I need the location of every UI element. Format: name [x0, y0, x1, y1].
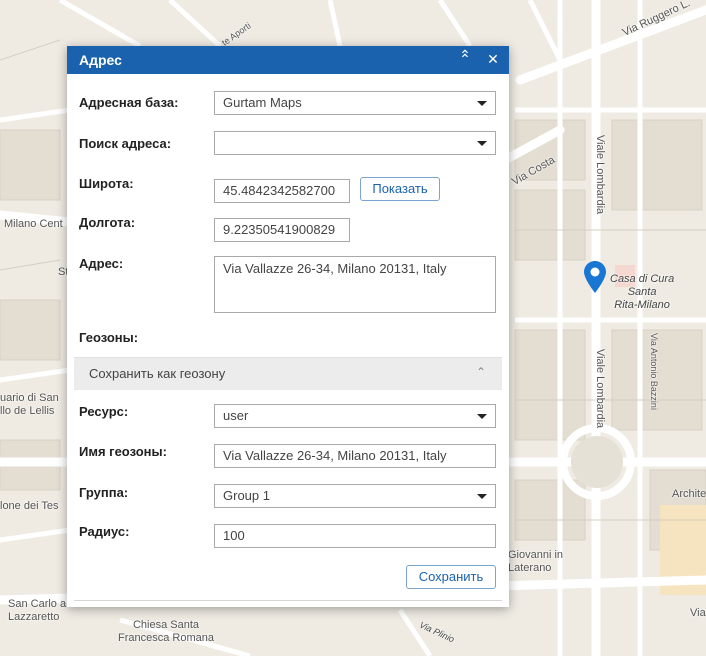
geozone-name-label: Имя геозоны:	[79, 444, 167, 459]
longitude-value: 9.22350541900829	[223, 222, 336, 237]
address-dialog: Адрес ⌃ ⌃ ✕ Адресная база: Gurtam Maps По…	[67, 46, 509, 607]
map-label-milano-centrale: Milano Cent	[4, 218, 63, 230]
radius-label: Радиус:	[79, 524, 130, 539]
dialog-bottom-divider	[74, 600, 502, 601]
geozone-name-value: Via Vallazze 26-34, Milano 20131, Italy	[223, 448, 447, 463]
save-button[interactable]: Сохранить	[406, 565, 496, 589]
map-label-via-right: Via	[690, 607, 706, 619]
chevron-down-icon	[477, 494, 487, 499]
close-icon[interactable]: ✕	[484, 50, 502, 68]
double-chevron-up-icon[interactable]: ⌃ ⌃	[456, 47, 474, 68]
resource-value: user	[223, 408, 249, 423]
address-search-label: Поиск адреса:	[79, 136, 172, 151]
longitude-label: Долгота:	[79, 215, 136, 230]
radius-input[interactable]: 100	[214, 524, 496, 548]
map-label-viale-lombardia-2: Viale Lombardia	[594, 348, 607, 429]
location-pin-icon[interactable]	[584, 261, 606, 305]
show-button[interactable]: Показать	[360, 177, 440, 201]
dialog-titlebar[interactable]: Адрес ⌃ ⌃ ✕	[67, 46, 509, 74]
group-value: Group 1	[223, 488, 270, 503]
geozone-name-input[interactable]: Via Vallazze 26-34, Milano 20131, Italy	[214, 444, 496, 468]
group-label: Группа:	[79, 485, 129, 500]
map-label-san-carlo: San Carlo a Lazzaretto	[8, 598, 67, 623]
chevron-up-icon[interactable]: ⌃	[476, 365, 486, 379]
map-label-santuario: uario di San llo de Lellis	[0, 392, 59, 417]
geozones-label: Геозоны:	[79, 330, 139, 345]
map-label-casa-di-cura: Casa di Cura Santa Rita-Milano	[610, 273, 675, 311]
latitude-label: Широта:	[79, 176, 134, 191]
radius-value: 100	[223, 528, 245, 543]
address-base-label: Адресная база:	[79, 95, 179, 110]
resource-select[interactable]: user	[214, 404, 496, 428]
chevron-down-icon	[477, 141, 487, 146]
address-value: Via Vallazze 26-34, Milano 20131, Italy	[223, 261, 447, 276]
dialog-title: Адрес	[79, 52, 122, 68]
save-as-geozone-label: Сохранить как геозону	[89, 366, 226, 381]
latitude-value: 45.4842342582700	[223, 183, 336, 198]
address-textarea[interactable]: Via Vallazze 26-34, Milano 20131, Italy	[214, 256, 496, 313]
map-label-chiesa-santa: Chiesa Santa Francesca Romana	[118, 619, 214, 644]
map-label-giovanni-in-laterano: Giovanni in Laterano	[508, 549, 564, 574]
map-label-viale-lombardia-1: Viale Lombardia	[594, 134, 607, 215]
map-label-lone-dei-tes: lone dei Tes	[0, 500, 59, 512]
resource-label: Ресурс:	[79, 404, 129, 419]
address-base-select[interactable]: Gurtam Maps	[214, 91, 496, 115]
chevron-down-icon	[477, 414, 487, 419]
address-label: Адрес:	[79, 256, 124, 271]
address-search-select[interactable]	[214, 131, 496, 155]
map-label-architettura: Archite	[672, 488, 706, 500]
address-base-value: Gurtam Maps	[223, 95, 302, 110]
chevron-down-icon	[477, 101, 487, 106]
group-select[interactable]: Group 1	[214, 484, 496, 508]
longitude-input[interactable]: 9.22350541900829	[214, 218, 350, 242]
latitude-input[interactable]: 45.4842342582700	[214, 179, 350, 203]
map-label-via-antonio-bazzini: Via Antonio Bazzini	[648, 333, 659, 410]
save-as-geozone-section-header[interactable]: Сохранить как геозону ⌃	[74, 357, 502, 390]
